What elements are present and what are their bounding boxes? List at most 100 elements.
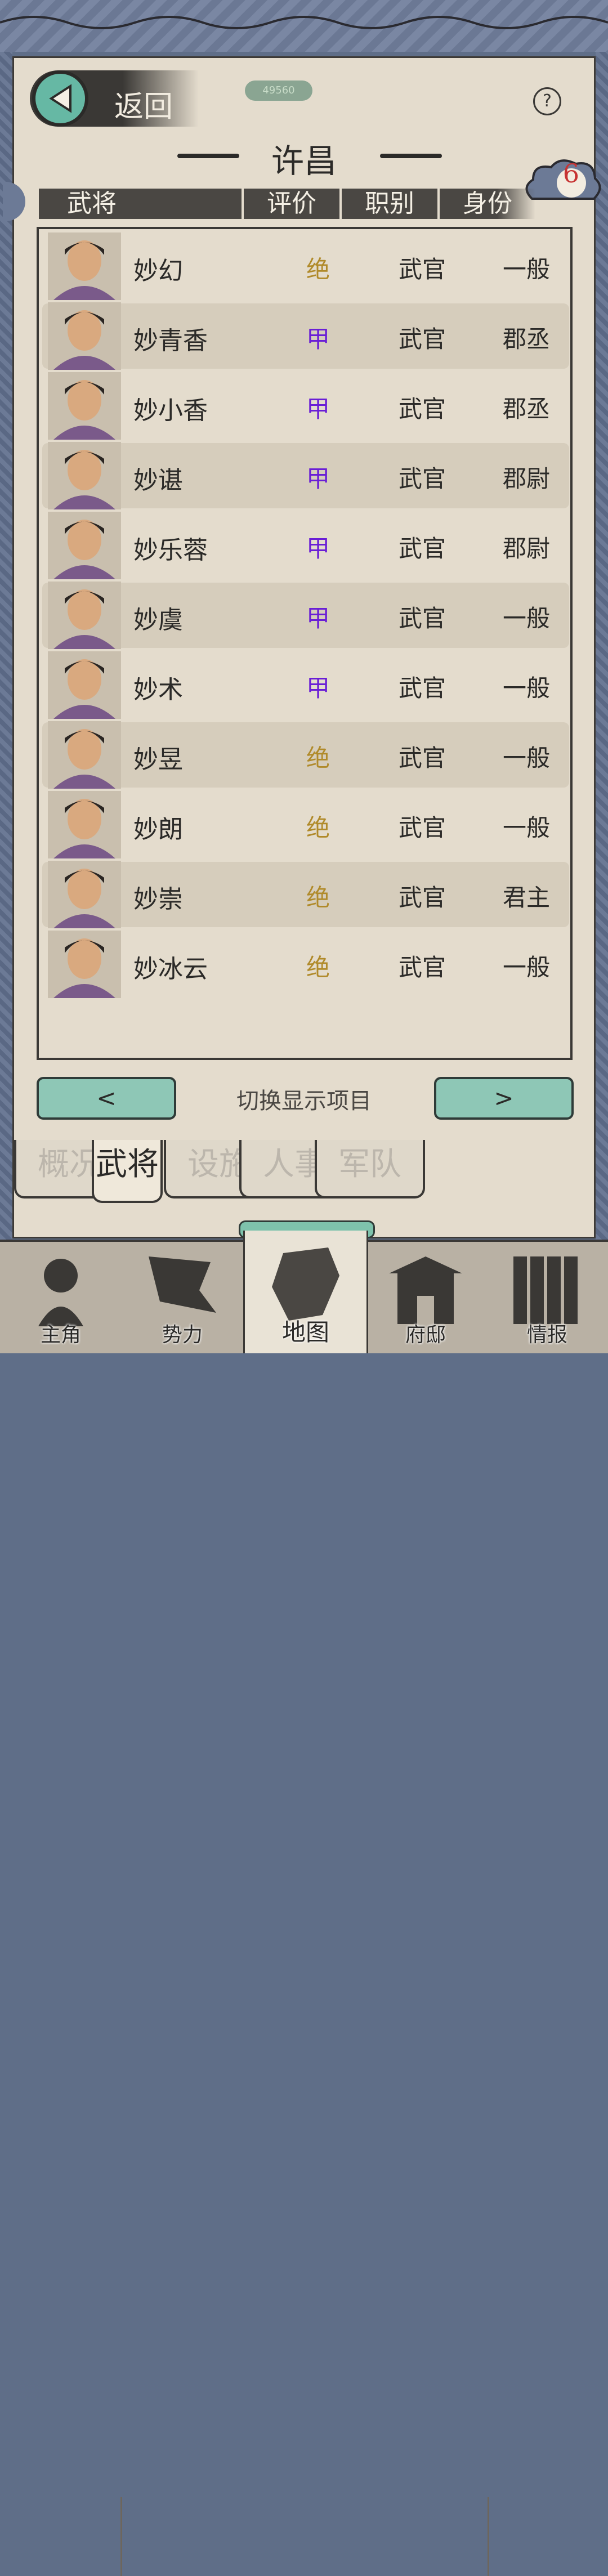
flag-icon <box>149 1256 216 1313</box>
vine-ornament <box>0 16 608 29</box>
general-name: 妙昱 <box>133 745 183 774</box>
general-name: 妙崇 <box>133 885 183 914</box>
table-row[interactable]: 妙朗 绝 武官 一般 <box>42 791 569 858</box>
general-name: 妙青香 <box>133 327 208 355</box>
palace-icon <box>389 1256 462 1324</box>
table-row[interactable]: 妙小香 甲 武官 郡丞 <box>42 372 569 440</box>
general-status: 郡丞 <box>502 395 550 423</box>
general-portrait <box>48 582 121 649</box>
general-portrait <box>48 721 121 789</box>
table-row[interactable]: 妙冰云 绝 武官 一般 <box>42 931 569 998</box>
general-post: 武官 <box>398 814 446 842</box>
general-status: 郡尉 <box>502 465 550 493</box>
general-rating: 甲 <box>306 395 330 423</box>
general-name: 妙虞 <box>133 606 183 634</box>
general-portrait <box>48 372 121 440</box>
nav-protagonist[interactable]: 主角 <box>0 1242 122 1353</box>
side-pull-tab[interactable] <box>3 182 25 221</box>
title-ornament-right <box>380 154 442 158</box>
general-rating: 绝 <box>306 744 330 772</box>
nav-residence-label: 府邸 <box>405 1323 446 1347</box>
nav-divider <box>488 2497 489 2576</box>
general-rating: 绝 <box>306 256 330 283</box>
general-post: 武官 <box>398 674 446 702</box>
scroll-icon <box>513 1256 578 1324</box>
general-status: 君主 <box>502 884 550 911</box>
general-status: 一般 <box>502 256 550 283</box>
nav-map[interactable]: 地图 <box>243 1231 368 1353</box>
general-rating: 绝 <box>306 954 330 981</box>
table-row[interactable]: 妙乐蓉 甲 武官 郡尉 <box>42 512 569 579</box>
general-post: 武官 <box>398 535 446 562</box>
left-frame <box>0 52 12 1240</box>
back-label: 返回 <box>114 90 173 124</box>
general-post: 武官 <box>398 325 446 353</box>
general-status: 一般 <box>502 954 550 981</box>
table-row[interactable]: 妙昱 绝 武官 一般 <box>42 721 569 789</box>
table-row[interactable]: 妙谌 甲 武官 郡尉 <box>42 442 569 509</box>
nav-map-label: 地图 <box>281 1318 329 1346</box>
general-name: 妙幻 <box>133 257 183 285</box>
general-status: 郡尉 <box>502 535 550 562</box>
table-header: 武将 评价 职别 身份 <box>39 189 583 219</box>
back-button[interactable]: 返回 <box>30 70 199 127</box>
nav-intel[interactable]: 情报 <box>486 1242 608 1353</box>
table-row[interactable]: 妙幻 绝 武官 一般 <box>42 232 569 300</box>
general-post: 武官 <box>398 605 446 632</box>
col-general[interactable]: 武将 <box>39 189 242 219</box>
hero-icon <box>38 1259 83 1326</box>
nav-forces[interactable]: 势力 <box>122 1242 243 1353</box>
tab-generals[interactable]: 武将 <box>92 1140 163 1203</box>
help-icon[interactable]: ? <box>533 87 561 115</box>
generals-table: 妙幻绝武官 一般 妙青香甲武官 郡丞 妙小香甲武官 郡丞 妙谌甲武官 郡尉 妙乐蓉甲武官 郡尉 妙虞… <box>37 227 573 1060</box>
resource-pill: 49560 <box>245 80 312 101</box>
nav-protagonist-label: 主角 <box>40 1323 81 1347</box>
tab-army[interactable]: 军队 <box>315 1140 425 1198</box>
general-portrait <box>48 442 121 509</box>
col-rating[interactable]: 评价 <box>244 189 339 219</box>
bottom-nav: 主角 势力 地图 府邸 情报 <box>0 1231 608 2576</box>
general-rating: 甲 <box>306 325 330 353</box>
city-tabs: 概况 武将 设施 人事 军队 <box>14 1140 597 1208</box>
general-portrait <box>48 651 121 719</box>
nav-intel-label: 情报 <box>526 1323 567 1347</box>
general-name: 妙小香 <box>133 396 208 425</box>
nav-forces-label: 势力 <box>162 1323 203 1347</box>
general-portrait <box>48 232 121 300</box>
general-name: 妙术 <box>133 676 183 704</box>
general-rating: 甲 <box>306 535 330 562</box>
general-name: 妙朗 <box>133 815 183 844</box>
general-status: 一般 <box>502 674 550 702</box>
table-row[interactable]: 妙崇 绝 武官 君主 <box>42 861 569 928</box>
general-portrait <box>48 931 121 998</box>
table-row[interactable]: 妙青香 甲 武官 郡丞 <box>42 302 569 370</box>
cloud-badge-count: 6 <box>562 158 579 189</box>
general-status: 一般 <box>502 814 550 842</box>
general-name: 妙谌 <box>133 466 183 495</box>
general-portrait <box>48 302 121 370</box>
general-status: 一般 <box>502 744 550 772</box>
nav-residence[interactable]: 府邸 <box>365 1242 486 1353</box>
col-status[interactable]: 身份 <box>440 189 535 219</box>
table-row[interactable]: 妙虞 甲 武官 一般 <box>42 582 569 649</box>
general-rating: 甲 <box>306 674 330 702</box>
general-portrait <box>48 512 121 579</box>
general-post: 武官 <box>398 884 446 911</box>
general-name: 妙冰云 <box>133 955 208 983</box>
general-rating: 绝 <box>306 884 330 911</box>
general-post: 武官 <box>398 465 446 493</box>
general-post: 武官 <box>398 395 446 423</box>
next-button[interactable]: > <box>434 1077 574 1120</box>
general-portrait <box>48 861 121 928</box>
general-post: 武官 <box>398 954 446 981</box>
back-arrow-icon <box>32 70 88 127</box>
general-rating: 甲 <box>306 465 330 493</box>
general-status: 一般 <box>502 605 550 632</box>
city-panel: 返回 49560 ? 许昌 6 武将 评价 职别 身份 妙幻绝武官 一般 妙青香甲武… <box>3 56 601 1238</box>
right-frame <box>596 52 608 1240</box>
top-decorative-border <box>0 0 608 52</box>
table-row[interactable]: 妙术 甲 武官 一般 <box>42 651 569 719</box>
city-name: 许昌 <box>271 142 337 180</box>
nav-divider <box>120 2497 122 2576</box>
col-post[interactable]: 职别 <box>342 189 437 219</box>
